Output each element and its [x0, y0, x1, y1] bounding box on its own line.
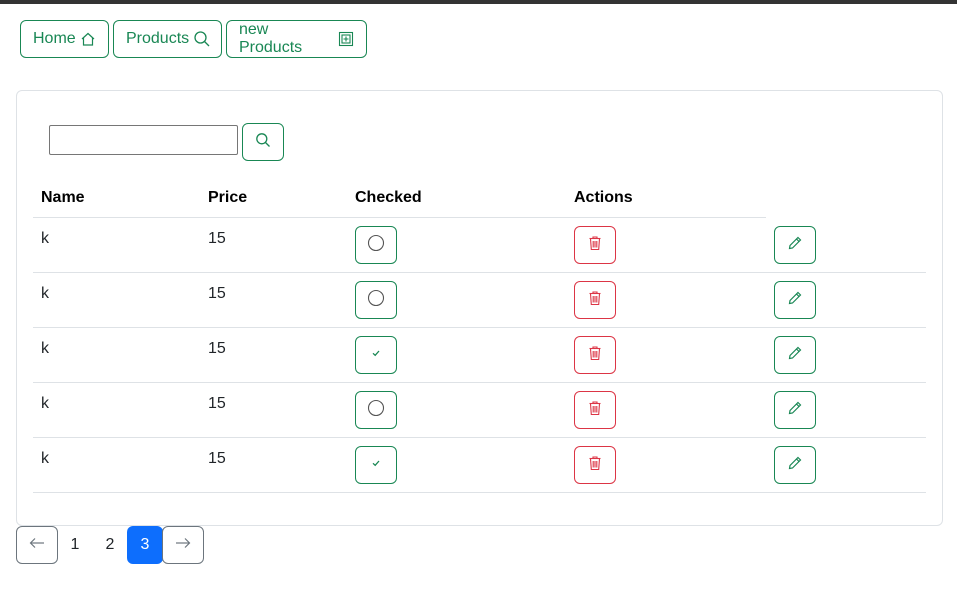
- product-name: k: [41, 340, 49, 357]
- row-divider: [33, 437, 926, 438]
- products-label: Products: [126, 30, 190, 47]
- trash-icon: [587, 455, 603, 476]
- product-price: 15: [208, 285, 226, 302]
- circle-icon: [367, 399, 385, 422]
- arrow-right-icon: [175, 536, 191, 554]
- check-icon: [370, 456, 382, 474]
- delete-button[interactable]: [574, 391, 616, 429]
- row-divider: [33, 272, 926, 273]
- row-divider: [33, 327, 926, 328]
- new-products-label: new Products: [239, 21, 303, 56]
- search-icon: [193, 30, 211, 48]
- delete-button[interactable]: [574, 446, 616, 484]
- new-products-button[interactable]: new Products: [226, 20, 367, 58]
- page-1-button[interactable]: 1: [58, 526, 92, 564]
- edit-button[interactable]: [774, 446, 816, 484]
- search-icon: [255, 132, 271, 153]
- product-price: 15: [208, 340, 226, 357]
- toggle-checked-button[interactable]: [355, 281, 397, 319]
- delete-button[interactable]: [574, 226, 616, 264]
- pencil-icon: [787, 290, 803, 311]
- trash-icon: [587, 290, 603, 311]
- trash-icon: [587, 235, 603, 256]
- product-name: k: [41, 285, 49, 302]
- toggle-checked-button[interactable]: [355, 336, 397, 374]
- page-3-button[interactable]: 3: [127, 526, 163, 564]
- toggle-checked-button[interactable]: [355, 391, 397, 429]
- search-input[interactable]: [49, 125, 238, 155]
- row-divider: [33, 492, 926, 493]
- toggle-checked-button[interactable]: [355, 226, 397, 264]
- column-header-checked: Checked: [355, 189, 422, 206]
- circle-icon: [367, 289, 385, 312]
- next-page-button[interactable]: [162, 526, 204, 564]
- home-label: Home: [33, 30, 76, 47]
- pencil-icon: [787, 400, 803, 421]
- pencil-icon: [787, 345, 803, 366]
- home-button[interactable]: Home: [20, 20, 109, 58]
- plus-square-icon: [338, 31, 354, 47]
- pencil-icon: [787, 235, 803, 256]
- house-icon: [80, 31, 96, 47]
- pencil-icon: [787, 455, 803, 476]
- trash-icon: [587, 400, 603, 421]
- column-header-price: Price: [208, 189, 248, 206]
- product-price: 15: [208, 230, 226, 247]
- product-price: 15: [208, 450, 226, 467]
- search-button[interactable]: [242, 123, 284, 161]
- column-header-name: Name: [41, 189, 85, 206]
- product-name: k: [41, 395, 49, 412]
- edit-button[interactable]: [774, 391, 816, 429]
- edit-button[interactable]: [774, 281, 816, 319]
- previous-page-button[interactable]: [16, 526, 58, 564]
- delete-button[interactable]: [574, 336, 616, 374]
- circle-icon: [367, 234, 385, 257]
- table-header-divider: [33, 217, 766, 218]
- product-name: k: [41, 450, 49, 467]
- trash-icon: [587, 345, 603, 366]
- toggle-checked-button[interactable]: [355, 446, 397, 484]
- top-bar: [0, 0, 957, 4]
- edit-button[interactable]: [774, 226, 816, 264]
- column-header-actions: Actions: [574, 189, 633, 206]
- edit-button[interactable]: [774, 336, 816, 374]
- page-2-button[interactable]: 2: [93, 526, 127, 564]
- product-price: 15: [208, 395, 226, 412]
- product-name: k: [41, 230, 49, 247]
- check-icon: [370, 346, 382, 364]
- delete-button[interactable]: [574, 281, 616, 319]
- row-divider: [33, 382, 926, 383]
- arrow-left-icon: [29, 536, 45, 554]
- products-button[interactable]: Products: [113, 20, 222, 58]
